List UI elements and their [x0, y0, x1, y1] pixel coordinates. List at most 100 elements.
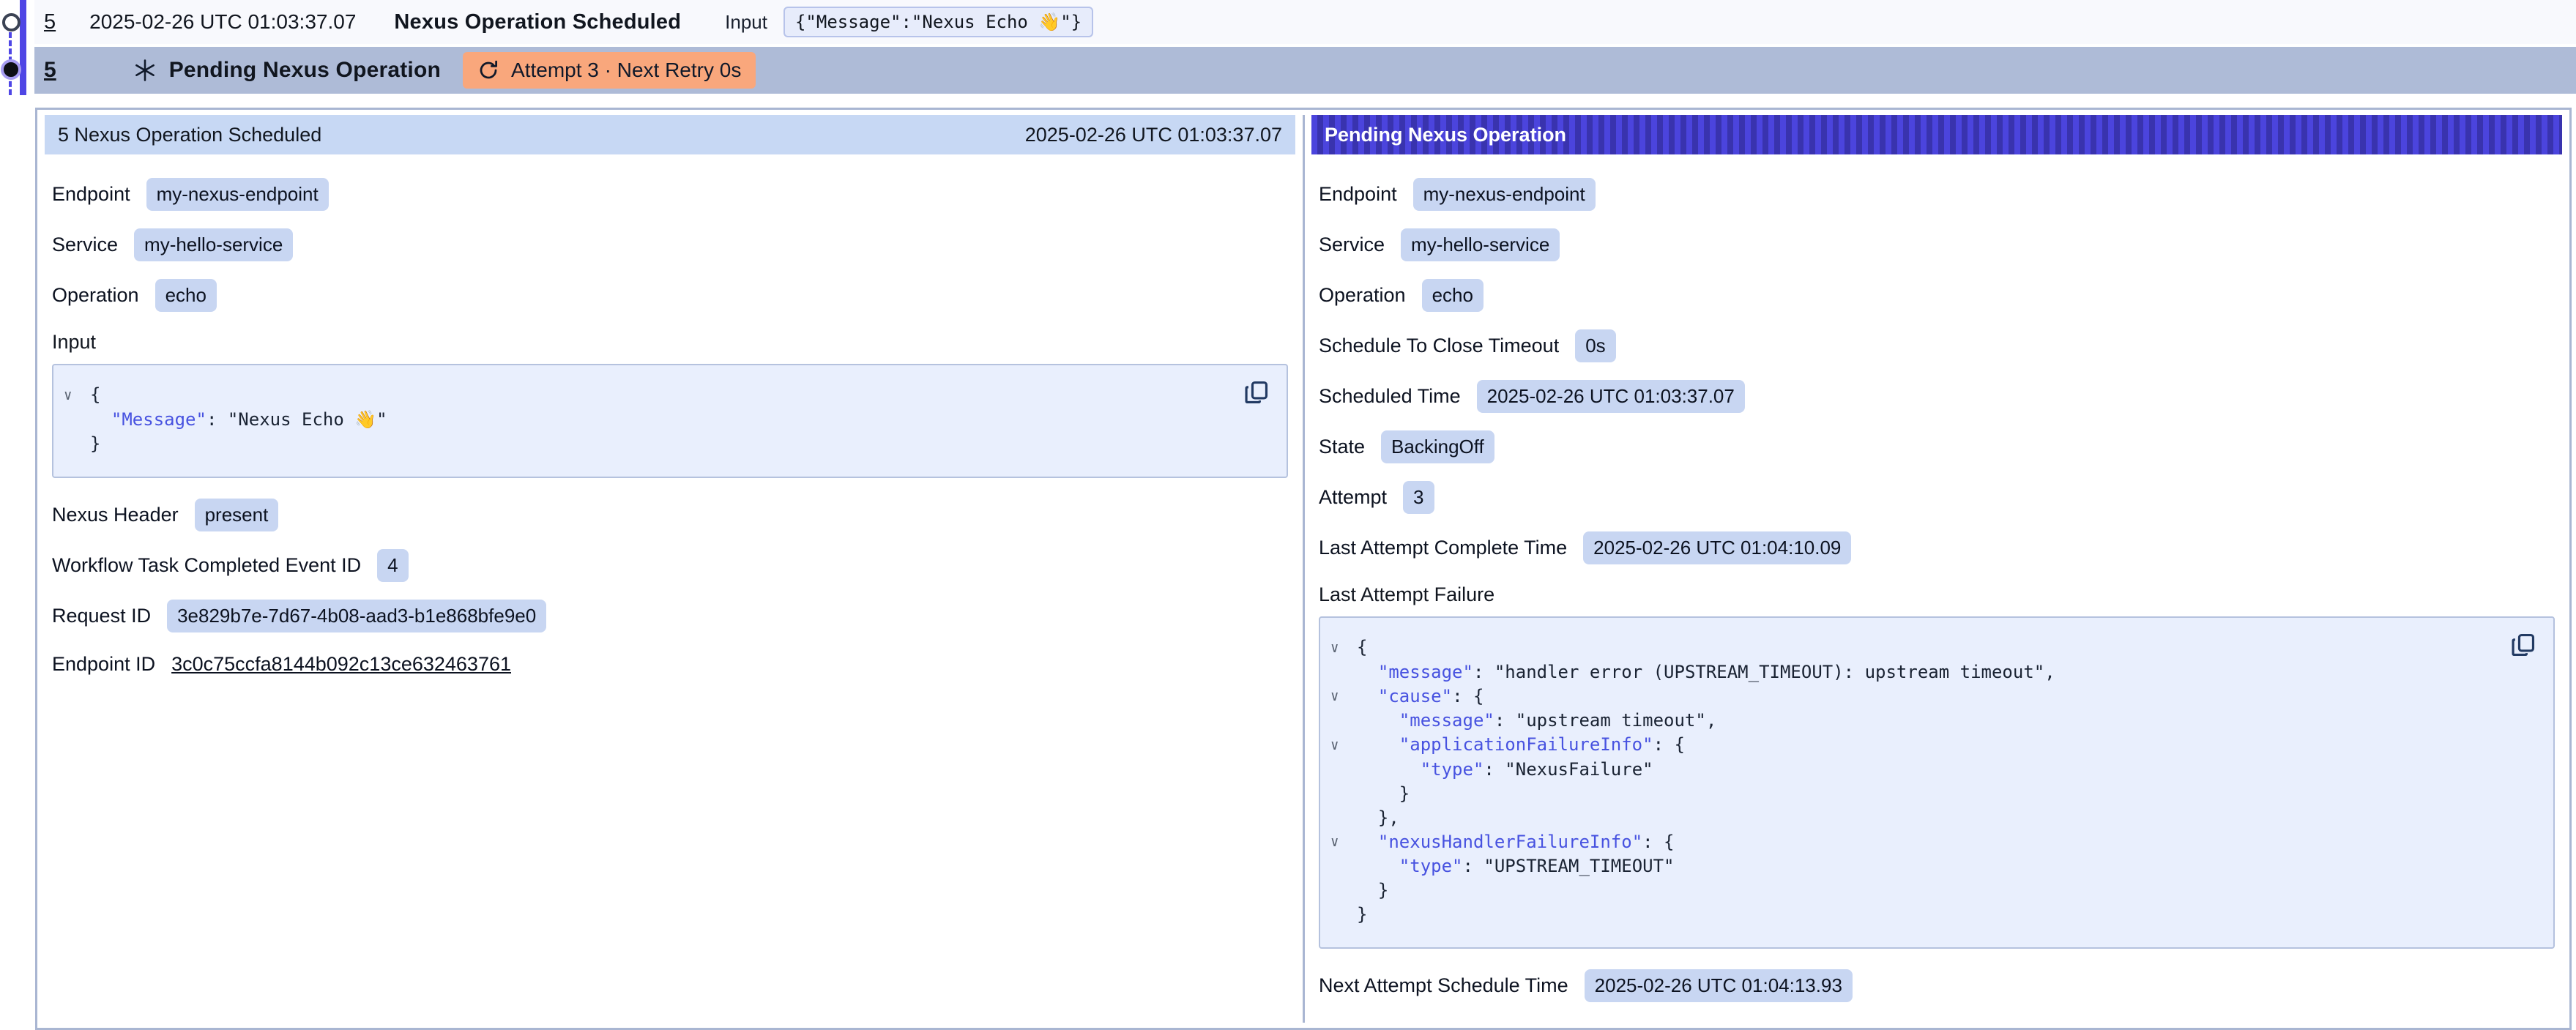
field-label: Endpoint	[52, 183, 130, 206]
json-text: },	[1357, 807, 1399, 828]
json-line: ∨{	[1330, 635, 2495, 660]
json-text	[1357, 856, 1399, 876]
scheduled-panel-body: Endpoint my-nexus-endpoint Service my-hello…	[45, 154, 1295, 703]
json-text	[1357, 832, 1378, 852]
field-label: Next Attempt Schedule Time	[1319, 974, 1568, 997]
json-text: }	[1357, 904, 1367, 925]
pending-fields-bottom: Next Attempt Schedule Time 2025-02-26 UTC…	[1319, 969, 2555, 1002]
event-id-link[interactable]: 5	[44, 58, 56, 83]
field-label: State	[1319, 436, 1365, 458]
collapse-chevron-icon[interactable]: ∨	[1330, 636, 1357, 660]
field-value-badge: my-hello-service	[134, 228, 293, 261]
json-key: "type"	[1421, 759, 1484, 780]
field-value-badge: present	[195, 499, 279, 531]
json-line: }	[1330, 878, 2495, 903]
json-text: : {	[1653, 734, 1685, 755]
event-row-nexus-operation-scheduled[interactable]: 5 2025-02-26 UTC 01:03:37.07 Nexus Opera…	[34, 0, 2576, 44]
json-text	[1357, 759, 1421, 780]
copy-icon	[2509, 631, 2537, 659]
scheduled-event-panel: 5 Nexus Operation Scheduled 2025-02-26 U…	[42, 115, 1298, 1023]
json-line: "message": "handler error (UPSTREAM_TIME…	[1330, 660, 2495, 684]
scheduled-fields-bottom: Nexus Header present Workflow Task Complet…	[52, 499, 1288, 632]
field-endpoint-id: Endpoint ID 3c0c75ccfa8144b092c13ce63246…	[52, 650, 1288, 679]
json-line: },	[1330, 806, 2495, 830]
json-text: : "Nexus Echo 👋"	[206, 409, 387, 430]
json-text: : "handler error (UPSTREAM_TIMEOUT): ups…	[1473, 662, 2055, 682]
collapse-chevron-icon[interactable]: ∨	[64, 384, 90, 408]
json-text: {	[90, 384, 100, 405]
pending-panel-body: Endpointmy-nexus-endpointServicemy-hello…	[1311, 154, 2562, 1026]
scheduled-panel-timestamp: 2025-02-26 UTC 01:03:37.07	[1025, 124, 1282, 146]
json-text	[90, 409, 111, 430]
field-label: Request ID	[52, 605, 151, 627]
input-json-lines: ∨{ "Message": "Nexus Echo 👋"}	[64, 383, 1228, 456]
field-value-badge: echo	[1422, 279, 1484, 312]
field-label: Operation	[52, 284, 139, 307]
field-value-badge: 2025-02-26 UTC 01:04:13.93	[1585, 969, 1853, 1002]
event-node-open-circle-icon	[2, 13, 21, 31]
json-text: : "NexusFailure"	[1484, 759, 1653, 780]
field-last-attempt-complete-time: Last Attempt Complete Time2025-02-26 UTC…	[1319, 531, 2555, 564]
pending-fields-top: Endpointmy-nexus-endpointServicemy-hello…	[1319, 178, 2555, 564]
field-service: Service my-hello-service	[52, 228, 1288, 261]
field-value-badge: 3	[1403, 481, 1434, 514]
field-scheduled-time: Scheduled Time2025-02-26 UTC 01:03:37.07	[1319, 380, 2555, 413]
json-text: }	[1357, 880, 1388, 900]
pending-panel-header: Pending Nexus Operation	[1311, 115, 2562, 154]
field-endpoint: Endpoint my-nexus-endpoint	[52, 178, 1288, 211]
json-text	[1357, 662, 1378, 682]
nexus-asterisk-icon	[133, 58, 157, 83]
input-section-label: Input	[52, 331, 1288, 354]
field-value-badge: 0s	[1575, 329, 1615, 362]
field-value-badge: my-nexus-endpoint	[146, 178, 329, 211]
event-row-pending-nexus-operation[interactable]: 5 Pending Nexus Operation Attempt 3 · Ne…	[34, 47, 2576, 94]
field-label: Attempt	[1319, 486, 1387, 509]
json-line: ∨ "nexusHandlerFailureInfo": {	[1330, 830, 2495, 855]
json-line: }	[64, 432, 1228, 456]
copy-button[interactable]	[1243, 378, 1270, 406]
collapse-chevron-icon[interactable]: ∨	[1330, 830, 1357, 854]
field-label: Service	[1319, 234, 1385, 256]
field-label: Schedule To Close Timeout	[1319, 335, 1559, 357]
retry-badge: Attempt 3 · Next Retry 0s	[463, 52, 756, 89]
json-text: : {	[1452, 686, 1484, 706]
json-key: "message"	[1378, 662, 1473, 682]
json-line: ∨ "applicationFailureInfo": {	[1330, 733, 2495, 758]
field-value-badge: my-hello-service	[1401, 228, 1560, 261]
timeline-active-bar	[20, 0, 26, 95]
field-schedule-to-close-timeout: Schedule To Close Timeout 0s	[1319, 329, 2555, 362]
scheduled-panel-header: 5 Nexus Operation Scheduled 2025-02-26 U…	[45, 115, 1295, 154]
pending-operation-panel: Pending Nexus Operation Endpointmy-nexus…	[1303, 115, 2564, 1023]
input-preview-badge: {"Message":"Nexus Echo 👋"}	[783, 7, 1093, 37]
field-nexus-header: Nexus Header present	[52, 499, 1288, 531]
retry-badge-label: Attempt 3 · Next Retry 0s	[511, 59, 741, 82]
input-json-viewer: ∨{ "Message": "Nexus Echo 👋"}	[52, 364, 1288, 478]
copy-icon	[1243, 378, 1270, 406]
field-label: Service	[52, 234, 118, 256]
field-attempt: Attempt 3	[1319, 481, 2555, 514]
collapse-chevron-icon[interactable]: ∨	[1330, 734, 1357, 758]
field-value-badge: 4	[377, 549, 408, 582]
json-text: {	[1357, 637, 1367, 657]
copy-button[interactable]	[2509, 631, 2537, 659]
field-label: Endpoint	[1319, 183, 1397, 206]
pending-operation-title: Pending Nexus Operation	[169, 58, 441, 83]
json-text	[1357, 710, 1399, 731]
json-line: ∨ "cause": {	[1330, 684, 2495, 709]
json-line: "type": "NexusFailure"	[1330, 758, 2495, 782]
field-operation: Operationecho	[1319, 279, 2555, 312]
json-key: "cause"	[1378, 686, 1452, 706]
field-label: Workflow Task Completed Event ID	[52, 554, 361, 577]
field-service: Service my-hello-service	[1319, 228, 2555, 261]
json-key: "type"	[1399, 856, 1463, 876]
event-id-link[interactable]: 5	[44, 10, 56, 34]
json-line: "Message": "Nexus Echo 👋"	[64, 408, 1228, 432]
json-line: "type": "UPSTREAM_TIMEOUT"	[1330, 854, 2495, 878]
collapse-chevron-icon[interactable]: ∨	[1330, 684, 1357, 709]
json-text: }	[1357, 783, 1410, 804]
pending-panel-title: Pending Nexus Operation	[1325, 124, 1566, 146]
scheduled-panel-title: 5 Nexus Operation Scheduled	[58, 124, 321, 146]
field-operation: Operationecho	[52, 279, 1288, 312]
field-label: Nexus Header	[52, 504, 179, 526]
endpoint-id-link[interactable]: 3c0c75ccfa8144b092c13ce632463761	[171, 653, 511, 676]
